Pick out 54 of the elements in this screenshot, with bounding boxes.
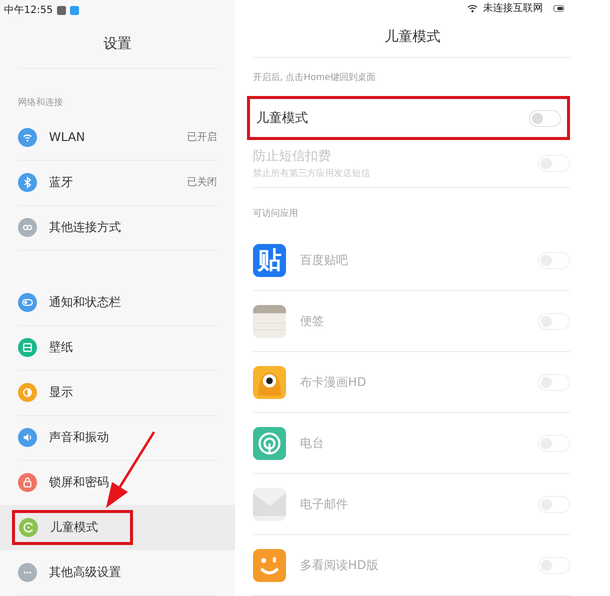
app-icon: 贴 — [253, 244, 286, 276]
item-label: 壁纸 — [49, 338, 74, 356]
settings-item[interactable]: WLAN 已开启 — [0, 115, 235, 160]
broadcast-icon — [253, 426, 286, 460]
item-label: 儿童模式 — [50, 519, 98, 536]
item-label: 其他高级设置 — [49, 564, 122, 580]
status-time: 中午12:55 — [4, 4, 53, 17]
hint-text: 开启后, 点击Home键回到桌面 — [252, 72, 376, 85]
toggle-label: 防止短信扣费 — [253, 148, 332, 166]
wifi-icon — [467, 2, 478, 14]
item-label: 蓝牙 — [49, 174, 74, 190]
settings-item[interactable]: 声音和振动 — [0, 415, 235, 460]
settings-item[interactable]: 蓝牙 已关闭 — [0, 160, 235, 205]
app-name: 便签 — [300, 312, 325, 330]
item-label: WLAN — [49, 130, 86, 144]
section-heading: 网络和连接 — [17, 96, 64, 110]
wifi-icon — [18, 128, 37, 146]
link-icon — [18, 218, 37, 236]
item-value: 已关闭 — [187, 176, 217, 189]
app-name: 布卡漫画HD — [300, 374, 368, 390]
one-eyed-monster-icon — [253, 366, 286, 398]
notepad-icon — [253, 304, 286, 338]
speaker-icon — [18, 428, 37, 446]
network-status: 未连接互联网 — [483, 2, 543, 16]
child-face-icon — [19, 518, 38, 537]
page-title: 儿童模式 — [253, 16, 572, 58]
toggle-label: 儿童模式 — [256, 110, 309, 128]
item-label: 通知和状态栏 — [49, 294, 122, 310]
picture-frame-icon — [18, 338, 37, 356]
app-name: 电子邮件 — [300, 496, 349, 512]
settings-item[interactable]: 壁纸 — [0, 325, 235, 370]
toggle-switch[interactable] — [529, 110, 561, 127]
smiley-icon — [253, 548, 286, 582]
item-label: 声音和振动 — [49, 428, 110, 446]
item-value: 已开启 — [187, 130, 217, 144]
envelope-icon — [253, 488, 286, 520]
app-name: 电台 — [300, 434, 325, 452]
padlock-icon — [18, 472, 37, 492]
settings-item[interactable]: 儿童模式 — [0, 505, 235, 550]
settings-item[interactable]: 通知和状态栏 — [0, 280, 235, 325]
app-name: 多看阅读HD版 — [300, 556, 380, 574]
item-label: 其他连接方式 — [49, 218, 122, 236]
toggle-icon — [18, 292, 37, 312]
section-heading: 可访问应用 — [252, 208, 299, 222]
page-title: 设置 — [18, 20, 217, 69]
more-icon — [18, 562, 37, 582]
app-name: 百度贴吧 — [300, 252, 349, 268]
settings-item[interactable]: 显示 — [0, 370, 235, 415]
settings-item[interactable]: 其他高级设置 — [0, 550, 235, 595]
item-label: 锁屏和密码 — [49, 474, 110, 490]
item-label: 显示 — [49, 384, 74, 400]
brightness-icon — [18, 382, 37, 402]
bluetooth-icon — [18, 172, 37, 192]
settings-item[interactable]: 其他连接方式 — [0, 205, 235, 250]
